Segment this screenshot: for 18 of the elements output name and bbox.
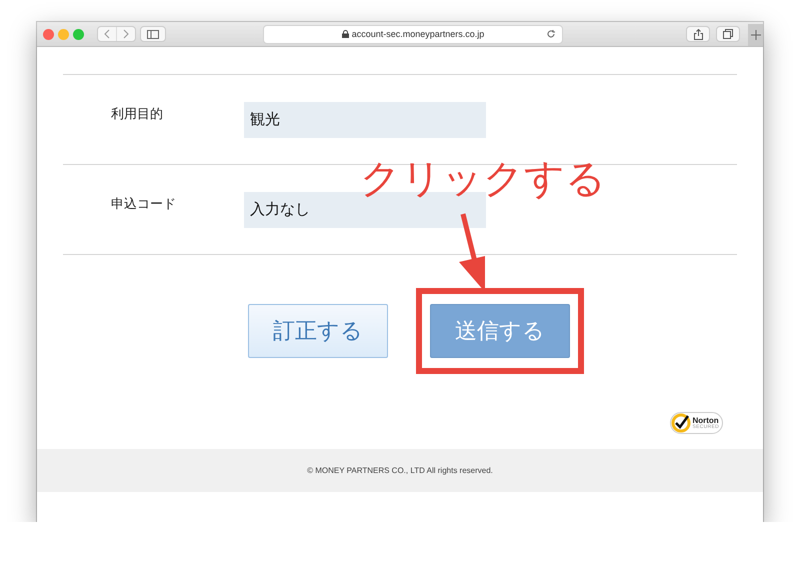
value-field: 観光	[244, 102, 486, 138]
checkmark-icon	[671, 413, 692, 433]
reload-icon[interactable]	[546, 28, 556, 38]
new-tab-icon[interactable]	[750, 30, 760, 40]
field-label: 利用目的	[110, 106, 164, 124]
tabs-icon[interactable]	[723, 29, 733, 39]
submit-button[interactable]: 送信する	[430, 304, 570, 358]
address-bar[interactable]: account-sec.moneypartners.co.jp	[263, 24, 563, 44]
copyright-text: © MONEY PARTNERS CO., LTD All rights reserved.	[307, 466, 493, 475]
badge-brand: Norton	[692, 416, 719, 424]
correct-button[interactable]: 訂正する	[248, 304, 388, 358]
close-icon[interactable]	[43, 28, 54, 40]
sidebar-icon[interactable]	[147, 30, 159, 38]
lock-icon	[342, 30, 349, 38]
field-label: 申込コード	[110, 196, 177, 214]
share-icon[interactable]	[694, 28, 702, 40]
maximize-icon[interactable]	[73, 28, 84, 40]
url-text: account-sec.moneypartners.co.jp	[352, 29, 484, 39]
